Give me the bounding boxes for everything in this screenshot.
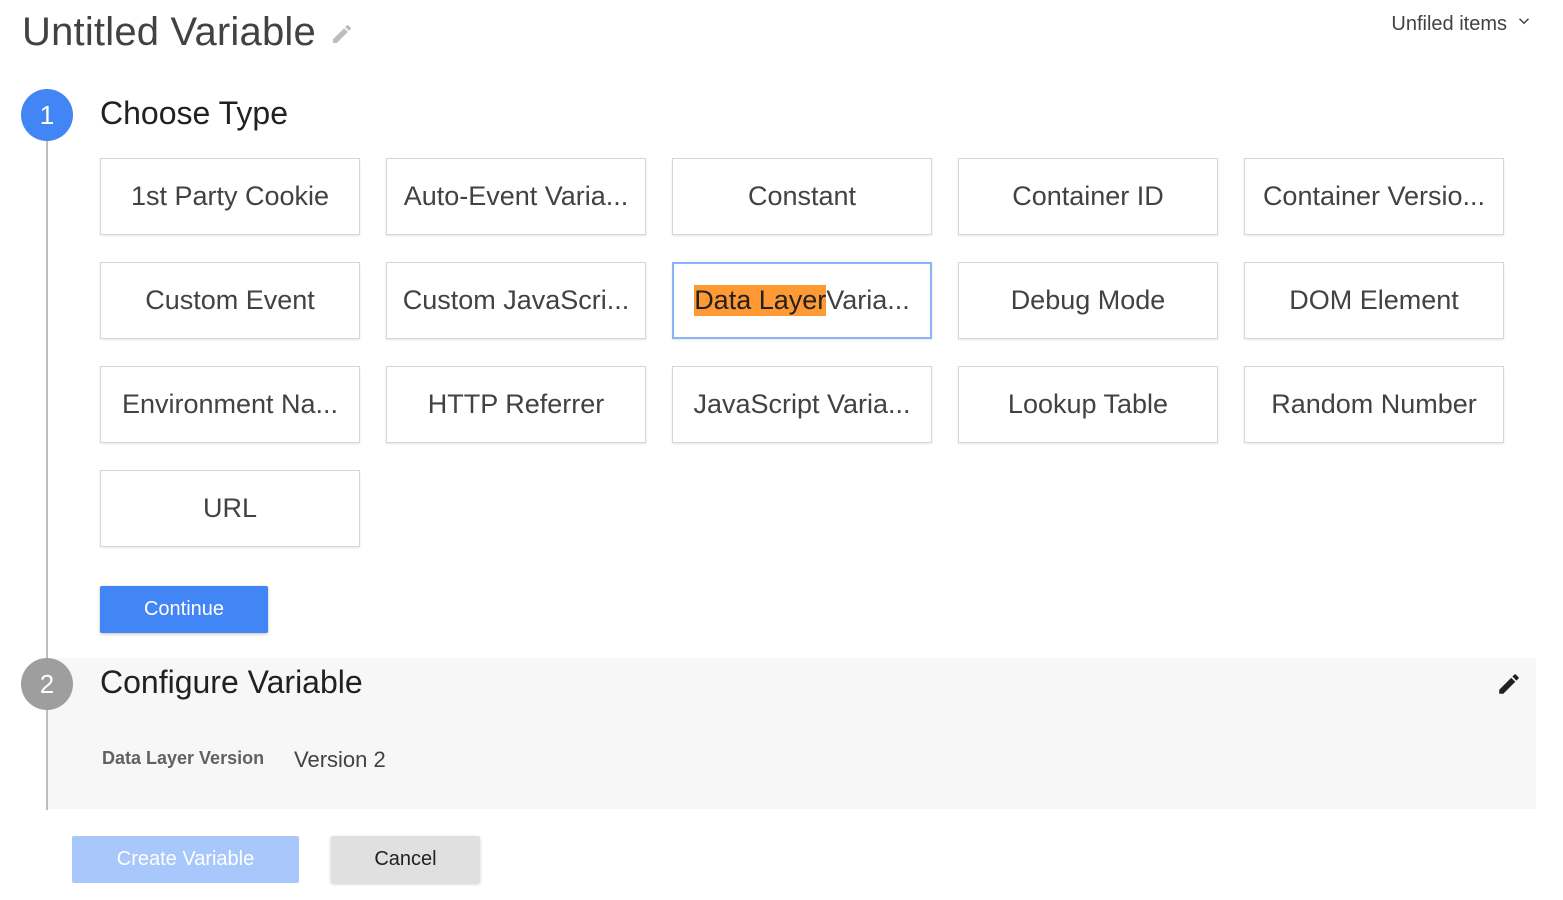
variable-type-tile[interactable]: Auto-Event Varia...	[386, 158, 646, 235]
type-label-rest: Varia...	[826, 285, 910, 315]
variable-type-tile[interactable]: JavaScript Varia...	[672, 366, 932, 443]
search-highlight: Data Layer	[694, 285, 827, 316]
variable-type-tile[interactable]: Custom Event	[100, 262, 360, 339]
pencil-icon[interactable]	[330, 22, 354, 46]
step-number-badge: 2	[21, 658, 73, 710]
variable-type-tile[interactable]: Lookup Table	[958, 366, 1218, 443]
type-label: Custom JavaScri...	[402, 285, 630, 315]
folder-selector[interactable]: Unfiled items	[1391, 12, 1533, 36]
type-label: JavaScript Varia...	[693, 389, 911, 419]
pencil-icon[interactable]	[1496, 671, 1522, 697]
variable-type-tile[interactable]: Debug Mode	[958, 262, 1218, 339]
type-label: HTTP Referrer	[427, 389, 605, 419]
type-label: Constant	[747, 181, 857, 211]
variable-type-tile[interactable]: Random Number	[1244, 366, 1504, 443]
folder-label: Unfiled items	[1391, 12, 1507, 35]
step-title-configure-variable: Configure Variable	[100, 664, 363, 700]
variable-type-tile[interactable]: Data Layer Varia...	[672, 262, 932, 339]
data-layer-version-label: Data Layer Version	[102, 748, 265, 768]
type-label: Container ID	[1012, 181, 1164, 211]
variable-type-tile[interactable]: Environment Na...	[100, 366, 360, 443]
data-layer-version-value: Version 2	[294, 747, 386, 772]
variable-type-tile[interactable]: Container Versio...	[1244, 158, 1504, 235]
type-label: Environment Na...	[121, 389, 339, 419]
type-label: URL	[202, 493, 257, 523]
variable-type-tile[interactable]: Constant	[672, 158, 932, 235]
type-label: Custom Event	[145, 285, 315, 315]
type-label: 1st Party Cookie	[130, 181, 330, 211]
step-title-choose-type: Choose Type	[100, 95, 288, 131]
page-title[interactable]: Untitled Variable	[22, 10, 316, 55]
type-label: Random Number	[1271, 389, 1477, 419]
type-label: Auto-Event Varia...	[403, 181, 629, 211]
cancel-button[interactable]: Cancel	[331, 836, 480, 883]
variable-type-tile[interactable]: Container ID	[958, 158, 1218, 235]
continue-button[interactable]: Continue	[100, 586, 268, 633]
variable-type-tile[interactable]: URL	[100, 470, 360, 547]
type-label: Debug Mode	[1010, 285, 1166, 315]
variable-type-tile[interactable]: Custom JavaScri...	[386, 262, 646, 339]
type-label: Lookup Table	[1007, 389, 1169, 419]
variable-type-tile[interactable]: 1st Party Cookie	[100, 158, 360, 235]
variable-type-grid: 1st Party Cookie Auto-Event Varia... Const…	[100, 158, 1504, 547]
variable-type-tile[interactable]: DOM Element	[1244, 262, 1504, 339]
type-label: Container Versio...	[1262, 181, 1486, 211]
chevron-down-icon	[1515, 12, 1533, 36]
variable-editor: Untitled Variable Unfiled items 1 Choose…	[0, 0, 1563, 900]
variable-type-tile[interactable]: HTTP Referrer	[386, 366, 646, 443]
type-label: DOM Element	[1289, 285, 1459, 315]
create-variable-button[interactable]: Create Variable	[72, 836, 299, 883]
step-number-badge: 1	[21, 89, 73, 141]
